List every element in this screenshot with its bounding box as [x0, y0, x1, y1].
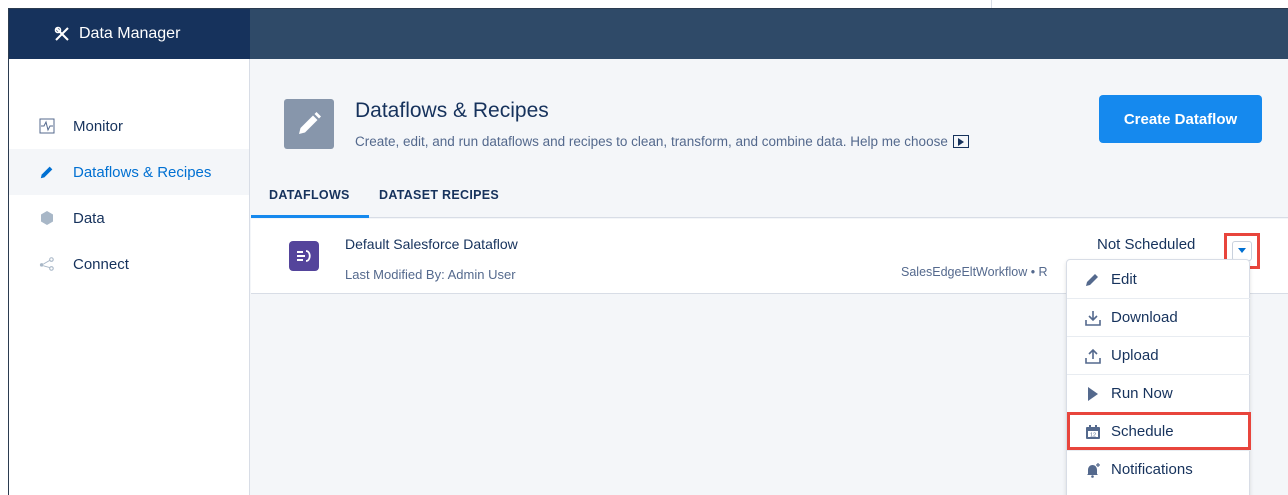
top-bar: Data Manager	[9, 9, 1288, 59]
chevron-down-icon	[1232, 241, 1252, 261]
dataflow-icon	[289, 241, 319, 271]
brand[interactable]: Data Manager	[9, 9, 250, 59]
sidebar-item-connect[interactable]: Connect	[9, 241, 249, 287]
tab-bar: DATAFLOWS DATASET RECIPES	[251, 175, 1288, 218]
play-icon	[1083, 386, 1103, 401]
menu-item-label: Run Now	[1111, 385, 1173, 402]
sidebar-item-label: Dataflows & Recipes	[73, 163, 212, 181]
menu-item-run-now[interactable]: Run Now	[1067, 374, 1251, 412]
sidebar-item-monitor[interactable]: Monitor	[9, 103, 249, 149]
menu-item-upload[interactable]: Upload	[1067, 336, 1251, 374]
svg-text:12: 12	[1090, 432, 1096, 438]
row-actions-menu: Edit Download Upload Run Now 12 Schedule…	[1066, 259, 1251, 495]
menu-item-label: Edit	[1111, 270, 1137, 288]
menu-item-label: Download	[1111, 309, 1178, 326]
menu-item-label: Schedule	[1111, 423, 1174, 440]
dataflow-modified: Last Modified By: Admin User	[345, 267, 516, 282]
dataflow-name[interactable]: Default Salesforce Dataflow	[345, 236, 518, 252]
menu-item-edit[interactable]: Edit	[1067, 260, 1251, 298]
sidebar-item-label: Data	[73, 209, 105, 227]
menu-item-schedule[interactable]: 12 Schedule	[1067, 412, 1251, 450]
dataflow-status: Not Scheduled	[1097, 236, 1196, 253]
main-content: Dataflows & Recipes Create, edit, and ru…	[251, 59, 1288, 495]
menu-item-label: Notifications	[1111, 461, 1193, 478]
menu-item-notifications[interactable]: Notifications	[1067, 450, 1251, 488]
dataflow-meta: SalesEdgeEltWorkflow • R	[901, 265, 1048, 279]
page-subtitle: Create, edit, and run dataflows and reci…	[355, 134, 969, 149]
page-pencil-icon	[284, 99, 334, 149]
sidebar: Monitor Dataflows & Recipes Data Connect	[9, 59, 250, 495]
pencil-icon	[39, 164, 55, 180]
tab-dataflows[interactable]: DATAFLOWS	[251, 175, 369, 218]
page-title: Dataflows & Recipes	[355, 99, 549, 122]
connect-icon	[39, 256, 55, 272]
help-play-icon[interactable]	[952, 135, 969, 148]
sidebar-item-label: Connect	[73, 255, 129, 273]
tab-dataset-recipes[interactable]: DATASET RECIPES	[379, 175, 499, 218]
menu-item-label: Upload	[1111, 347, 1159, 364]
app-window: Data Manager Monitor Dataflows & Recipes…	[8, 8, 1288, 495]
menu-item-download[interactable]: Download	[1067, 298, 1251, 336]
app-title: Data Manager	[79, 25, 181, 42]
calendar-icon: 12	[1083, 424, 1103, 440]
top-divider	[991, 0, 992, 8]
subtitle-text: Create, edit, and run dataflows and reci…	[355, 134, 948, 149]
hexagon-icon	[39, 210, 55, 226]
monitor-icon	[39, 118, 55, 134]
create-dataflow-button[interactable]: Create Dataflow	[1099, 95, 1262, 143]
download-icon	[1083, 310, 1103, 326]
sidebar-item-dataflows-recipes[interactable]: Dataflows & Recipes	[9, 149, 249, 195]
upload-icon	[1083, 348, 1103, 364]
sidebar-item-data[interactable]: Data	[9, 195, 249, 241]
bell-icon	[1083, 462, 1103, 478]
sidebar-item-label: Monitor	[73, 117, 124, 135]
pencil-icon	[1083, 271, 1103, 287]
tools-icon	[54, 26, 69, 41]
